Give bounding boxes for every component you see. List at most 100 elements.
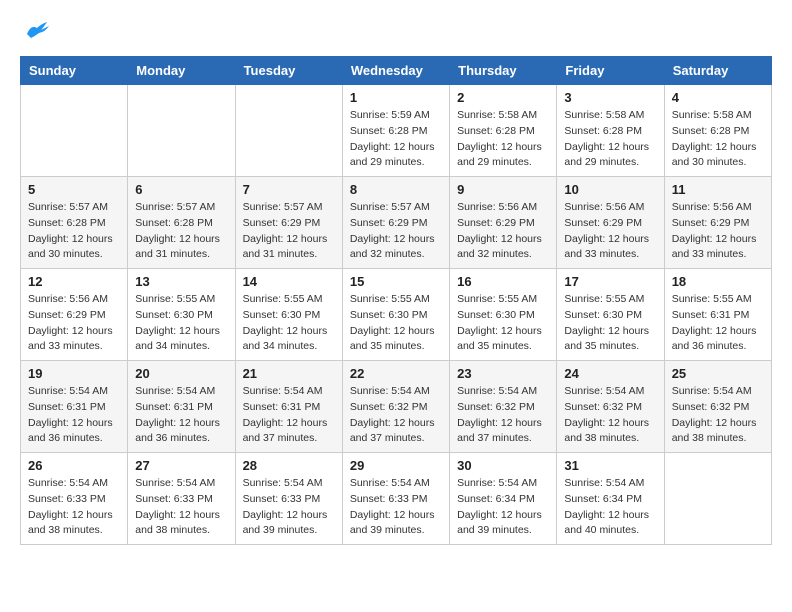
day-number: 17 (564, 274, 656, 289)
day-info: Sunrise: 5:56 AM Sunset: 6:29 PM Dayligh… (457, 200, 549, 263)
day-number: 20 (135, 366, 227, 381)
day-number: 31 (564, 458, 656, 473)
day-number: 16 (457, 274, 549, 289)
week-row-3: 12Sunrise: 5:56 AM Sunset: 6:29 PM Dayli… (21, 269, 772, 361)
day-number: 14 (243, 274, 335, 289)
day-info: Sunrise: 5:58 AM Sunset: 6:28 PM Dayligh… (457, 108, 549, 171)
calendar-cell (21, 85, 128, 177)
calendar-cell: 6Sunrise: 5:57 AM Sunset: 6:28 PM Daylig… (128, 177, 235, 269)
day-number: 28 (243, 458, 335, 473)
day-number: 27 (135, 458, 227, 473)
day-info: Sunrise: 5:54 AM Sunset: 6:33 PM Dayligh… (243, 476, 335, 539)
day-info: Sunrise: 5:55 AM Sunset: 6:30 PM Dayligh… (350, 292, 442, 355)
calendar-cell: 14 Sunrise: 5:55 AM Sunset: 6:30 PM Dayli… (235, 269, 342, 361)
weekday-header-saturday: Saturday (664, 57, 771, 85)
week-row-1: 1Sunrise: 5:59 AM Sunset: 6:28 PM Daylig… (21, 85, 772, 177)
calendar-cell: 7 Sunrise: 5:57 AM Sunset: 6:29 PM Daylig… (235, 177, 342, 269)
calendar-table: SundayMondayTuesdayWednesdayThursdayFrid… (20, 56, 772, 545)
day-number: 7 (243, 182, 335, 197)
day-info: Sunrise: 5:54 AM Sunset: 6:31 PM Dayligh… (135, 384, 227, 447)
day-info: Sunrise: 5:56 AM Sunset: 6:29 PM Dayligh… (672, 200, 764, 263)
day-info: Sunrise: 5:54 AM Sunset: 6:32 PM Dayligh… (457, 384, 549, 447)
calendar-cell: 17 Sunrise: 5:55 AM Sunset: 6:30 PM Dayli… (557, 269, 664, 361)
day-info: Sunrise: 5:54 AM Sunset: 6:33 PM Dayligh… (28, 476, 120, 539)
day-number: 23 (457, 366, 549, 381)
calendar-cell: 13 Sunrise: 5:55 AM Sunset: 6:30 PM Dayli… (128, 269, 235, 361)
calendar-cell: 29 Sunrise: 5:54 AM Sunset: 6:33 PM Dayli… (342, 453, 449, 545)
week-row-5: 26 Sunrise: 5:54 AM Sunset: 6:33 PM Dayli… (21, 453, 772, 545)
day-info: Sunrise: 5:57 AM Sunset: 6:28 PM Dayligh… (28, 200, 120, 263)
calendar-cell (235, 85, 342, 177)
day-number: 24 (564, 366, 656, 381)
day-number: 21 (243, 366, 335, 381)
day-info: Sunrise: 5:55 AM Sunset: 6:30 PM Dayligh… (564, 292, 656, 355)
day-info: Sunrise: 5:57 AM Sunset: 6:28 PM Dayligh… (135, 200, 227, 263)
calendar-cell: 22 Sunrise: 5:54 AM Sunset: 6:32 PM Dayli… (342, 361, 449, 453)
calendar-cell: 19 Sunrise: 5:54 AM Sunset: 6:31 PM Dayli… (21, 361, 128, 453)
calendar-cell: 10 Sunrise: 5:56 AM Sunset: 6:29 PM Dayli… (557, 177, 664, 269)
day-number: 10 (564, 182, 656, 197)
calendar-cell: 1Sunrise: 5:59 AM Sunset: 6:28 PM Daylig… (342, 85, 449, 177)
day-number: 5 (28, 182, 120, 197)
logo (20, 20, 51, 40)
day-info: Sunrise: 5:54 AM Sunset: 6:32 PM Dayligh… (564, 384, 656, 447)
day-info: Sunrise: 5:55 AM Sunset: 6:30 PM Dayligh… (243, 292, 335, 355)
day-info: Sunrise: 5:54 AM Sunset: 6:34 PM Dayligh… (457, 476, 549, 539)
day-info: Sunrise: 5:54 AM Sunset: 6:34 PM Dayligh… (564, 476, 656, 539)
calendar-cell: 20 Sunrise: 5:54 AM Sunset: 6:31 PM Dayli… (128, 361, 235, 453)
calendar-cell: 9 Sunrise: 5:56 AM Sunset: 6:29 PM Daylig… (450, 177, 557, 269)
day-number: 26 (28, 458, 120, 473)
day-number: 22 (350, 366, 442, 381)
day-info: Sunrise: 5:55 AM Sunset: 6:31 PM Dayligh… (672, 292, 764, 355)
day-info: Sunrise: 5:54 AM Sunset: 6:32 PM Dayligh… (350, 384, 442, 447)
week-row-4: 19 Sunrise: 5:54 AM Sunset: 6:31 PM Dayli… (21, 361, 772, 453)
calendar-cell: 2 Sunrise: 5:58 AM Sunset: 6:28 PM Daylig… (450, 85, 557, 177)
day-info: Sunrise: 5:58 AM Sunset: 6:28 PM Dayligh… (564, 108, 656, 171)
calendar-cell: 12Sunrise: 5:56 AM Sunset: 6:29 PM Dayli… (21, 269, 128, 361)
day-info: Sunrise: 5:54 AM Sunset: 6:33 PM Dayligh… (350, 476, 442, 539)
calendar-cell (664, 453, 771, 545)
calendar-cell: 21Sunrise: 5:54 AM Sunset: 6:31 PM Dayli… (235, 361, 342, 453)
weekday-header-friday: Friday (557, 57, 664, 85)
calendar-cell: 15 Sunrise: 5:55 AM Sunset: 6:30 PM Dayli… (342, 269, 449, 361)
weekday-header-sunday: Sunday (21, 57, 128, 85)
week-row-2: 5 Sunrise: 5:57 AM Sunset: 6:28 PM Daylig… (21, 177, 772, 269)
day-number: 4 (672, 90, 764, 105)
weekday-header-thursday: Thursday (450, 57, 557, 85)
calendar-cell: 16 Sunrise: 5:55 AM Sunset: 6:30 PM Dayli… (450, 269, 557, 361)
calendar-cell: 27 Sunrise: 5:54 AM Sunset: 6:33 PM Dayli… (128, 453, 235, 545)
day-number: 15 (350, 274, 442, 289)
day-info: Sunrise: 5:57 AM Sunset: 6:29 PM Dayligh… (243, 200, 335, 263)
day-number: 3 (564, 90, 656, 105)
day-number: 18 (672, 274, 764, 289)
weekday-header-row: SundayMondayTuesdayWednesdayThursdayFrid… (21, 57, 772, 85)
calendar-cell: 24 Sunrise: 5:54 AM Sunset: 6:32 PM Dayli… (557, 361, 664, 453)
calendar-cell (128, 85, 235, 177)
day-info: Sunrise: 5:57 AM Sunset: 6:29 PM Dayligh… (350, 200, 442, 263)
weekday-header-wednesday: Wednesday (342, 57, 449, 85)
calendar-cell: 25Sunrise: 5:54 AM Sunset: 6:32 PM Dayli… (664, 361, 771, 453)
day-number: 12 (28, 274, 120, 289)
day-number: 29 (350, 458, 442, 473)
calendar-cell: 31 Sunrise: 5:54 AM Sunset: 6:34 PM Dayli… (557, 453, 664, 545)
calendar-cell: 8Sunrise: 5:57 AM Sunset: 6:29 PM Daylig… (342, 177, 449, 269)
calendar-cell: 30 Sunrise: 5:54 AM Sunset: 6:34 PM Dayli… (450, 453, 557, 545)
weekday-header-tuesday: Tuesday (235, 57, 342, 85)
day-number: 9 (457, 182, 549, 197)
day-info: Sunrise: 5:56 AM Sunset: 6:29 PM Dayligh… (564, 200, 656, 263)
day-number: 19 (28, 366, 120, 381)
day-info: Sunrise: 5:55 AM Sunset: 6:30 PM Dayligh… (457, 292, 549, 355)
calendar-cell: 18 Sunrise: 5:55 AM Sunset: 6:31 PM Dayli… (664, 269, 771, 361)
day-info: Sunrise: 5:55 AM Sunset: 6:30 PM Dayligh… (135, 292, 227, 355)
day-number: 13 (135, 274, 227, 289)
day-number: 1 (350, 90, 442, 105)
calendar-cell: 23 Sunrise: 5:54 AM Sunset: 6:32 PM Dayli… (450, 361, 557, 453)
calendar-cell: 28 Sunrise: 5:54 AM Sunset: 6:33 PM Dayli… (235, 453, 342, 545)
day-info: Sunrise: 5:54 AM Sunset: 6:33 PM Dayligh… (135, 476, 227, 539)
day-number: 30 (457, 458, 549, 473)
day-info: Sunrise: 5:54 AM Sunset: 6:31 PM Dayligh… (28, 384, 120, 447)
day-info: Sunrise: 5:58 AM Sunset: 6:28 PM Dayligh… (672, 108, 764, 171)
calendar-cell: 11Sunrise: 5:56 AM Sunset: 6:29 PM Dayli… (664, 177, 771, 269)
calendar-cell: 3 Sunrise: 5:58 AM Sunset: 6:28 PM Daylig… (557, 85, 664, 177)
day-number: 2 (457, 90, 549, 105)
